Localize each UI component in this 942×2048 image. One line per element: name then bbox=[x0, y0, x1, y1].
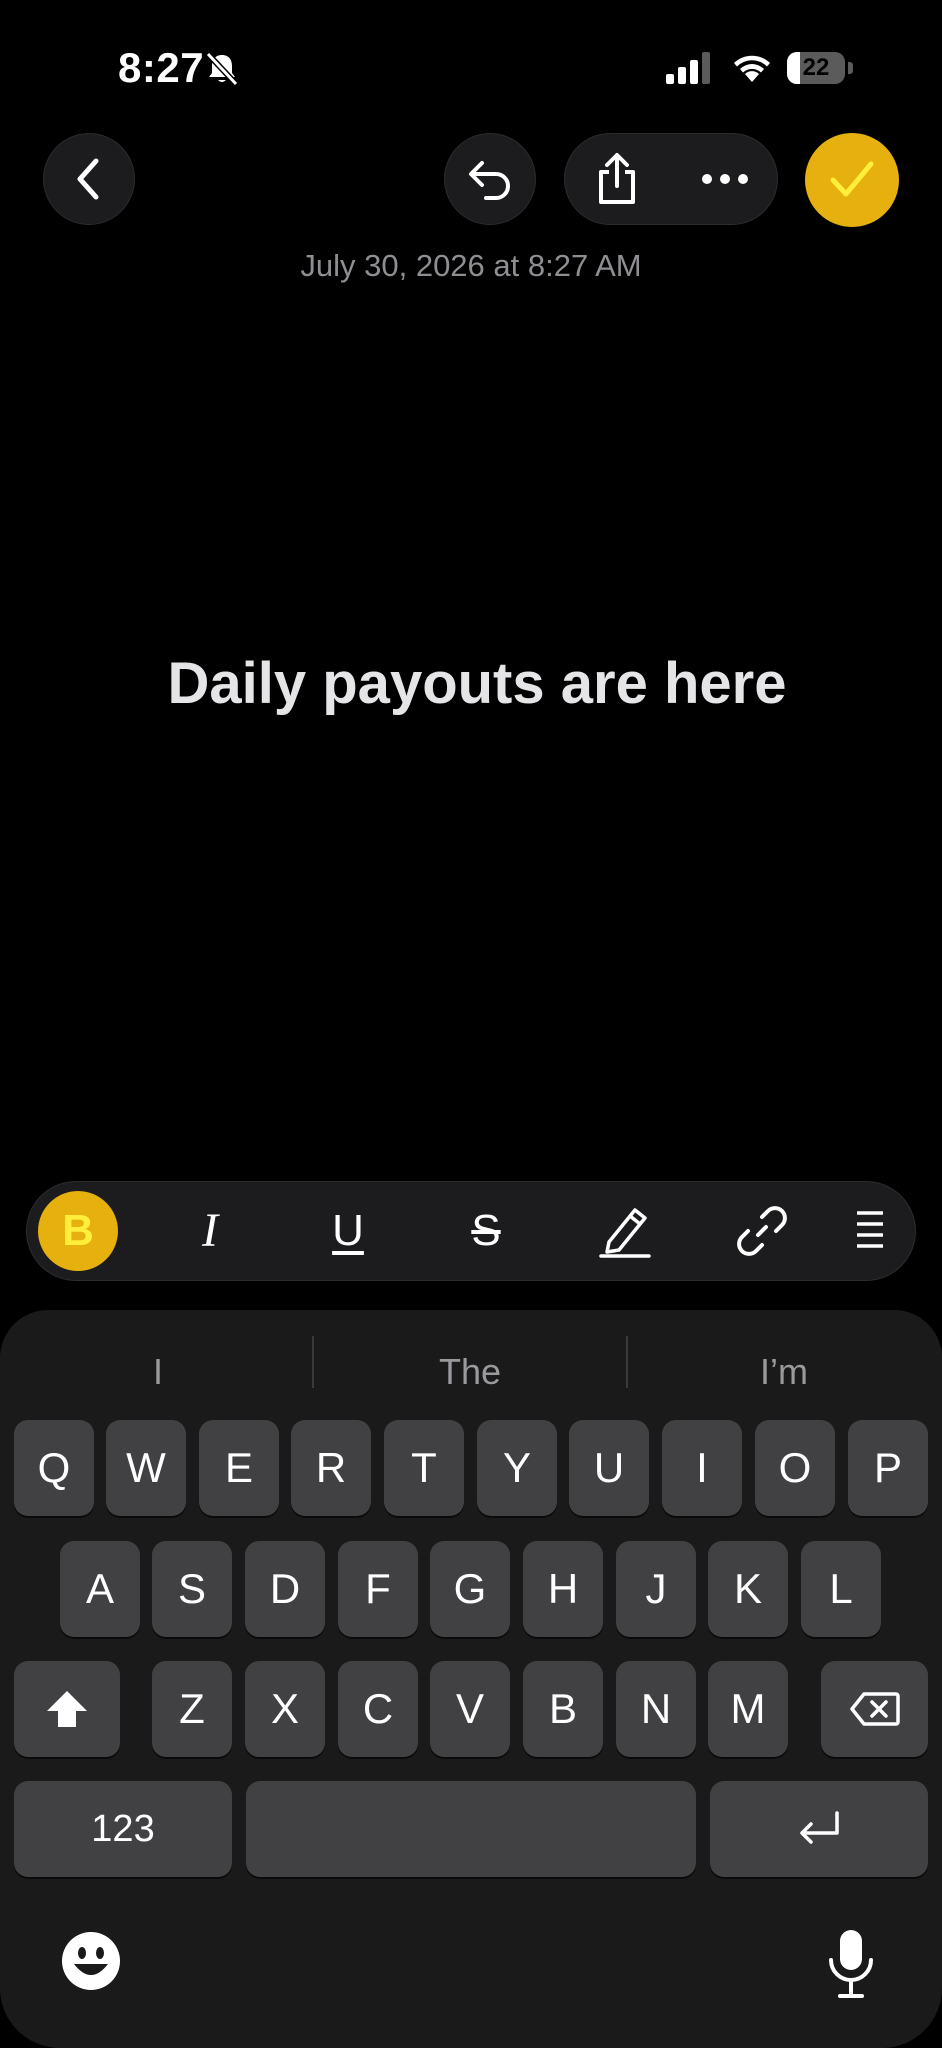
key-u[interactable]: U bbox=[569, 1420, 649, 1516]
space-key[interactable] bbox=[246, 1781, 696, 1877]
numbers-key[interactable]: 123 bbox=[14, 1781, 232, 1877]
bold-button[interactable]: B bbox=[33, 1182, 123, 1279]
key-g[interactable]: G bbox=[430, 1541, 510, 1637]
key-c[interactable]: C bbox=[338, 1661, 418, 1757]
key-i[interactable]: I bbox=[662, 1420, 742, 1516]
chevron-left-icon bbox=[77, 158, 99, 200]
more-button[interactable] bbox=[679, 134, 771, 223]
key-e[interactable]: E bbox=[199, 1420, 279, 1516]
key-q[interactable]: Q bbox=[14, 1420, 94, 1516]
delete-icon bbox=[849, 1692, 900, 1726]
return-icon bbox=[800, 1811, 839, 1844]
delete-key[interactable] bbox=[821, 1661, 928, 1757]
bold-label: B bbox=[62, 1205, 94, 1255]
key-j[interactable]: J bbox=[616, 1541, 696, 1637]
checkmark-icon bbox=[830, 161, 874, 197]
list-button[interactable] bbox=[845, 1182, 895, 1279]
note-title[interactable]: Daily payouts are here bbox=[0, 650, 942, 717]
ellipsis-icon bbox=[702, 173, 748, 184]
underline-label: U bbox=[332, 1205, 364, 1255]
emoji-icon bbox=[62, 1932, 120, 1990]
shift-key[interactable] bbox=[14, 1661, 120, 1757]
key-w[interactable]: W bbox=[106, 1420, 186, 1516]
note-date: July 30, 2026 at 8:27 AM bbox=[300, 248, 642, 283]
key-s[interactable]: S bbox=[152, 1541, 232, 1637]
shift-icon bbox=[47, 1691, 87, 1727]
back-button[interactable] bbox=[43, 133, 135, 225]
link-icon bbox=[737, 1205, 787, 1256]
key-k[interactable]: K bbox=[708, 1541, 788, 1637]
battery-level: 22 bbox=[802, 54, 830, 81]
key-a[interactable]: A bbox=[60, 1541, 140, 1637]
key-y[interactable]: Y bbox=[477, 1420, 557, 1516]
suggestion-1[interactable]: I bbox=[2, 1332, 314, 1412]
key-t[interactable]: T bbox=[384, 1420, 464, 1516]
highlight-button[interactable] bbox=[580, 1182, 670, 1279]
underline-button[interactable]: U bbox=[303, 1182, 393, 1279]
suggestion-2[interactable]: The bbox=[314, 1332, 626, 1412]
done-button[interactable] bbox=[805, 133, 899, 227]
italic-button[interactable]: I bbox=[165, 1182, 255, 1279]
formatting-toolbar: B I U S bbox=[26, 1181, 916, 1281]
undo-icon bbox=[469, 161, 510, 200]
key-x[interactable]: X bbox=[245, 1661, 325, 1757]
highlighter-icon bbox=[599, 1207, 651, 1258]
key-b[interactable]: B bbox=[523, 1661, 603, 1757]
key-d[interactable]: D bbox=[245, 1541, 325, 1637]
key-h[interactable]: H bbox=[523, 1541, 603, 1637]
key-v[interactable]: V bbox=[430, 1661, 510, 1757]
wifi-icon bbox=[734, 55, 770, 82]
share-button[interactable] bbox=[571, 134, 663, 223]
share-more-group bbox=[564, 133, 778, 225]
cellular-signal-icon bbox=[666, 52, 710, 84]
key-z[interactable]: Z bbox=[152, 1661, 232, 1757]
microphone-icon bbox=[829, 1930, 873, 1998]
italic-label: I bbox=[202, 1204, 218, 1257]
link-button[interactable] bbox=[717, 1182, 807, 1279]
list-icon bbox=[857, 1210, 883, 1248]
share-icon bbox=[599, 152, 635, 204]
key-p[interactable]: P bbox=[848, 1420, 928, 1516]
status-time: 8:27 bbox=[118, 44, 205, 91]
bell-slash-icon bbox=[205, 51, 239, 87]
key-o[interactable]: O bbox=[755, 1420, 835, 1516]
emoji-button[interactable] bbox=[60, 1930, 122, 1992]
key-m[interactable]: M bbox=[708, 1661, 788, 1757]
microphone-button[interactable] bbox=[826, 1928, 876, 2000]
key-n[interactable]: N bbox=[616, 1661, 696, 1757]
strikethrough-label: S bbox=[471, 1205, 501, 1255]
return-key[interactable] bbox=[710, 1781, 928, 1877]
key-l[interactable]: L bbox=[801, 1541, 881, 1637]
key-f[interactable]: F bbox=[338, 1541, 418, 1637]
battery-icon: 22 bbox=[787, 52, 853, 84]
undo-button[interactable] bbox=[444, 133, 536, 225]
key-r[interactable]: R bbox=[291, 1420, 371, 1516]
strikethrough-button[interactable]: S bbox=[441, 1182, 531, 1279]
keyboard: I The I’m Q W E R T Y U I O P A S D F G … bbox=[0, 1310, 942, 2048]
suggestion-3[interactable]: I’m bbox=[628, 1332, 940, 1412]
